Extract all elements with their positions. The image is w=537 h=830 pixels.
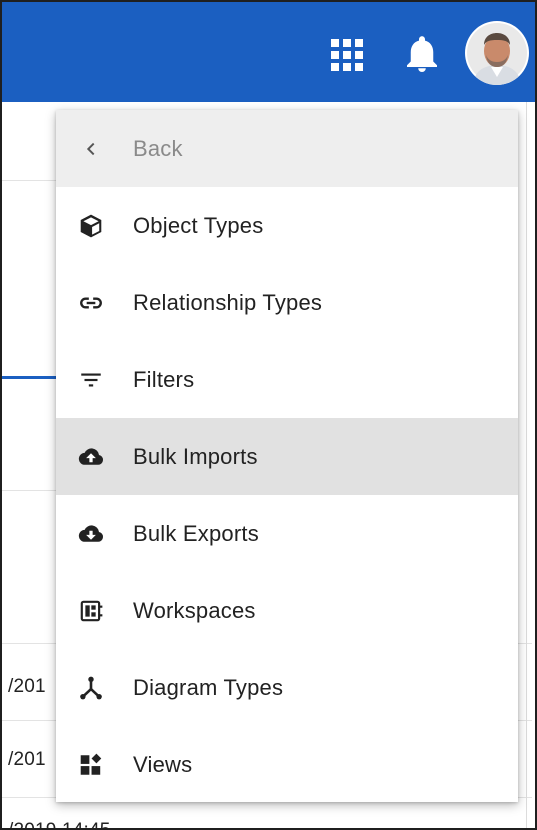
menu-item-workspaces[interactable]: Workspaces (56, 572, 518, 649)
menu-item-relationship-types[interactable]: Relationship Types (56, 264, 518, 341)
menu-item-bulk-imports[interactable]: Bulk Imports (56, 418, 518, 495)
apps-grid-icon[interactable] (329, 37, 363, 71)
cube-icon (78, 213, 104, 239)
menu-item-bulk-exports[interactable]: Bulk Exports (56, 495, 518, 572)
menu-item-diagram-types[interactable]: Diagram Types (56, 649, 518, 726)
bell-icon[interactable] (404, 34, 440, 74)
menu-item-object-types[interactable]: Object Types (56, 187, 518, 264)
menu-item-label: Diagram Types (133, 674, 284, 700)
back-label: Back (133, 135, 183, 161)
menu-item-label: Bulk Imports (133, 443, 258, 469)
menu-item-label: Filters (133, 366, 195, 392)
bg-scroll-edge (526, 102, 527, 828)
menu-item-label: Object Types (133, 212, 264, 238)
menu-item-filters[interactable]: Filters (56, 341, 518, 418)
bg-divider (2, 180, 62, 181)
top-app-bar (2, 2, 535, 102)
table-cell-date: /201 (8, 749, 46, 770)
bg-divider (2, 490, 62, 491)
menu-item-label: Relationship Types (133, 289, 323, 315)
menu-item-views[interactable]: Views (56, 726, 518, 802)
back-menu-item[interactable]: Back (56, 110, 518, 187)
filter-icon (78, 367, 104, 393)
workspace-icon (78, 598, 104, 624)
settings-dropdown-menu: Back Object Types Relationship Types Fil… (56, 110, 518, 802)
avatar[interactable] (465, 21, 529, 85)
menu-item-label: Bulk Exports (133, 520, 259, 546)
cloud-upload-icon (78, 444, 104, 470)
user-avatar-icon (467, 23, 527, 85)
bg-tab-indicator (2, 376, 60, 379)
views-icon (78, 752, 104, 778)
menu-item-label: Workspaces (133, 597, 256, 623)
menu-item-label: Views (133, 751, 193, 777)
chevron-left-icon (78, 136, 104, 162)
link-icon (78, 290, 104, 316)
table-cell-date: /201 (8, 676, 46, 697)
app-frame: /201 /201 /2019 14:45 Back Object Types (0, 0, 537, 830)
cloud-download-icon (78, 521, 104, 547)
hub-icon (78, 675, 104, 701)
table-cell-date: /2019 14:45 (8, 820, 111, 828)
